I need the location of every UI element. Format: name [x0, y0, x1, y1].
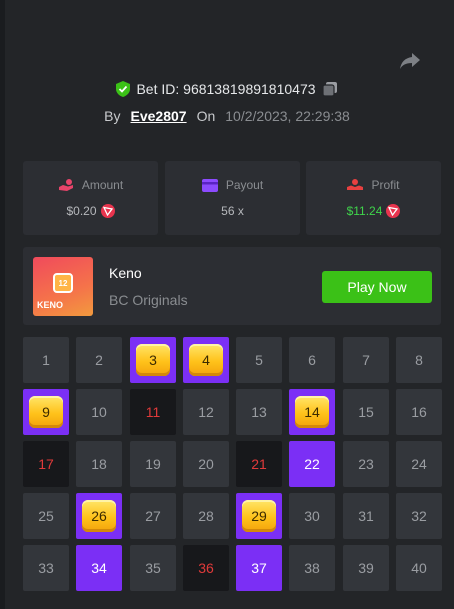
keno-tile-34[interactable]: 34 [76, 545, 122, 591]
profit-hand-icon [347, 179, 364, 190]
keno-die-icon: 12 [53, 273, 73, 293]
keno-tile-22[interactable]: 22 [289, 441, 335, 487]
game-card: 12 KENO Keno BC Originals Play Now [23, 247, 441, 325]
game-name: Keno [109, 265, 142, 281]
keno-tile-14[interactable]: 14 [289, 389, 335, 435]
hand-coin-icon [58, 179, 73, 191]
username-link[interactable]: Eve2807 [131, 108, 187, 124]
amount-label: Amount [81, 178, 124, 192]
keno-tile-30[interactable]: 30 [289, 493, 335, 539]
keno-tile-40[interactable]: 40 [396, 545, 442, 591]
keno-tile-28[interactable]: 28 [183, 493, 229, 539]
play-now-button[interactable]: Play Now [322, 271, 432, 303]
keno-tile-26[interactable]: 26 [76, 493, 122, 539]
keno-tile-18[interactable]: 18 [76, 441, 122, 487]
keno-tile-17[interactable]: 17 [23, 441, 69, 487]
keno-tile-33[interactable]: 33 [23, 545, 69, 591]
keno-tile-3[interactable]: 3 [130, 337, 176, 383]
keno-tile-2[interactable]: 2 [76, 337, 122, 383]
bet-id: Bet ID: 96813819891810473 [136, 81, 316, 97]
bet-datetime: 10/2/2023, 22:29:38 [225, 108, 350, 124]
payout-label: Payout [225, 178, 264, 192]
amount-value: $0.20 [66, 204, 97, 218]
keno-tile-39[interactable]: 39 [343, 545, 389, 591]
keno-tile-31[interactable]: 31 [343, 493, 389, 539]
wallet-icon [201, 178, 218, 192]
keno-tile-4[interactable]: 4 [183, 337, 229, 383]
payout-card: Payout 56 x [165, 161, 300, 235]
gold-gem-icon: 9 [29, 396, 63, 428]
keno-game-thumbnail[interactable]: 12 KENO [33, 257, 93, 316]
keno-tile-7[interactable]: 7 [343, 337, 389, 383]
bet-id-row: Bet ID: 96813819891810473 [0, 78, 454, 100]
keno-tile-12[interactable]: 12 [183, 389, 229, 435]
keno-tile-27[interactable]: 27 [130, 493, 176, 539]
keno-tile-35[interactable]: 35 [130, 545, 176, 591]
gold-gem-icon: 29 [242, 500, 276, 532]
keno-tile-37[interactable]: 37 [236, 545, 282, 591]
by-label: By [104, 108, 121, 124]
gold-gem-icon: 4 [189, 344, 223, 376]
tron-coin-icon [100, 204, 115, 218]
on-label: On [196, 108, 216, 124]
keno-tile-10[interactable]: 10 [76, 389, 122, 435]
profit-value: $11.24 [346, 204, 383, 218]
keno-tile-11[interactable]: 11 [130, 389, 176, 435]
tron-coin-icon [386, 204, 401, 218]
copy-icon[interactable] [321, 81, 338, 97]
keno-tile-8[interactable]: 8 [396, 337, 442, 383]
game-provider: BC Originals [109, 292, 188, 308]
share-icon[interactable] [398, 48, 422, 72]
payout-value: 56 x [221, 204, 244, 218]
bet-meta-row: By Eve2807 On 10/2/2023, 22:29:38 [0, 105, 454, 127]
amount-card: Amount $0.20 [23, 161, 158, 235]
keno-tile-24[interactable]: 24 [396, 441, 442, 487]
keno-tile-6[interactable]: 6 [289, 337, 335, 383]
keno-tile-1[interactable]: 1 [23, 337, 69, 383]
shield-check-icon [116, 81, 131, 97]
keno-tile-25[interactable]: 25 [23, 493, 69, 539]
keno-tile-15[interactable]: 15 [343, 389, 389, 435]
keno-tile-9[interactable]: 9 [23, 389, 69, 435]
keno-tile-19[interactable]: 19 [130, 441, 176, 487]
keno-tile-32[interactable]: 32 [396, 493, 442, 539]
profit-label: Profit [371, 178, 400, 192]
keno-tile-21[interactable]: 21 [236, 441, 282, 487]
keno-tile-20[interactable]: 20 [183, 441, 229, 487]
profit-card: Profit $11.24 [306, 161, 441, 235]
gold-gem-icon: 14 [295, 396, 329, 428]
keno-thumb-tag: KENO [37, 300, 64, 310]
keno-tile-13[interactable]: 13 [236, 389, 282, 435]
keno-tile-36[interactable]: 36 [183, 545, 229, 591]
gold-gem-icon: 26 [82, 500, 116, 532]
keno-tile-16[interactable]: 16 [396, 389, 442, 435]
keno-tile-5[interactable]: 5 [236, 337, 282, 383]
gold-gem-icon: 3 [136, 344, 170, 376]
keno-tile-23[interactable]: 23 [343, 441, 389, 487]
keno-tile-29[interactable]: 29 [236, 493, 282, 539]
keno-tile-38[interactable]: 38 [289, 545, 335, 591]
